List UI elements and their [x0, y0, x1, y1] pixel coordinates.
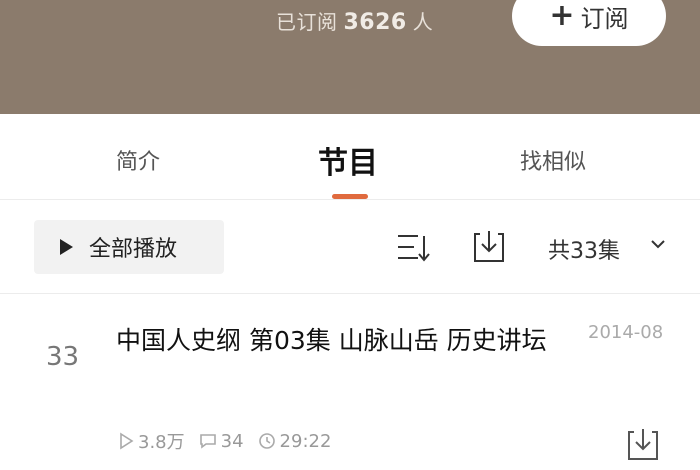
duration: 29:22	[258, 430, 332, 452]
duration-value: 29:22	[279, 430, 332, 452]
comment-count: 34	[199, 431, 244, 452]
subscribe-button[interactable]: + 订阅	[512, 0, 666, 46]
play-count-icon	[120, 432, 134, 450]
play-all-label: 全部播放	[89, 237, 178, 262]
play-icon	[60, 239, 73, 255]
sort-icon[interactable]	[396, 232, 430, 264]
list-item[interactable]: 33 中国人史纲 第03集 山脉山岳 历史讲坛 2014-08 3.8万 34 …	[0, 294, 700, 470]
subs-prefix: 已订阅	[276, 10, 338, 34]
podcast-header: 已订阅 3626 人 + 订阅	[0, 0, 700, 114]
tab-similar[interactable]: 找相似	[520, 144, 586, 176]
episode-index: 33	[46, 342, 80, 372]
play-count: 3.8万	[118, 428, 185, 454]
play-count-value: 3.8万	[138, 432, 185, 453]
tab-bar: 简介 节目 找相似	[0, 114, 700, 200]
active-tab-indicator	[332, 194, 368, 199]
subscribe-label: 订阅	[580, 4, 629, 33]
comment-count-value: 34	[220, 430, 244, 452]
download-icon[interactable]	[472, 228, 506, 264]
episode-date: 2014-08	[588, 322, 664, 343]
comment-icon	[199, 434, 216, 449]
episode-count[interactable]: 共33集	[548, 233, 620, 265]
episode-title[interactable]: 中国人史纲 第03集 山脉山岳 历史讲坛	[116, 320, 556, 362]
tab-episodes[interactable]: 节目	[318, 138, 378, 182]
plus-icon: +	[549, 0, 575, 33]
episode-download-icon[interactable]	[626, 426, 660, 462]
subscriber-count: 已订阅 3626 人	[276, 6, 433, 35]
episode-toolbar: 全部播放 共33集	[0, 200, 700, 294]
tab-intro[interactable]: 简介	[116, 144, 160, 176]
clock-icon	[258, 433, 275, 449]
chevron-down-icon[interactable]	[650, 238, 666, 250]
subs-number: 3626	[343, 10, 407, 35]
subs-suffix: 人	[412, 10, 434, 34]
play-all-button[interactable]: 全部播放	[34, 220, 224, 274]
episode-meta: 3.8万 34 29:22	[118, 428, 345, 454]
